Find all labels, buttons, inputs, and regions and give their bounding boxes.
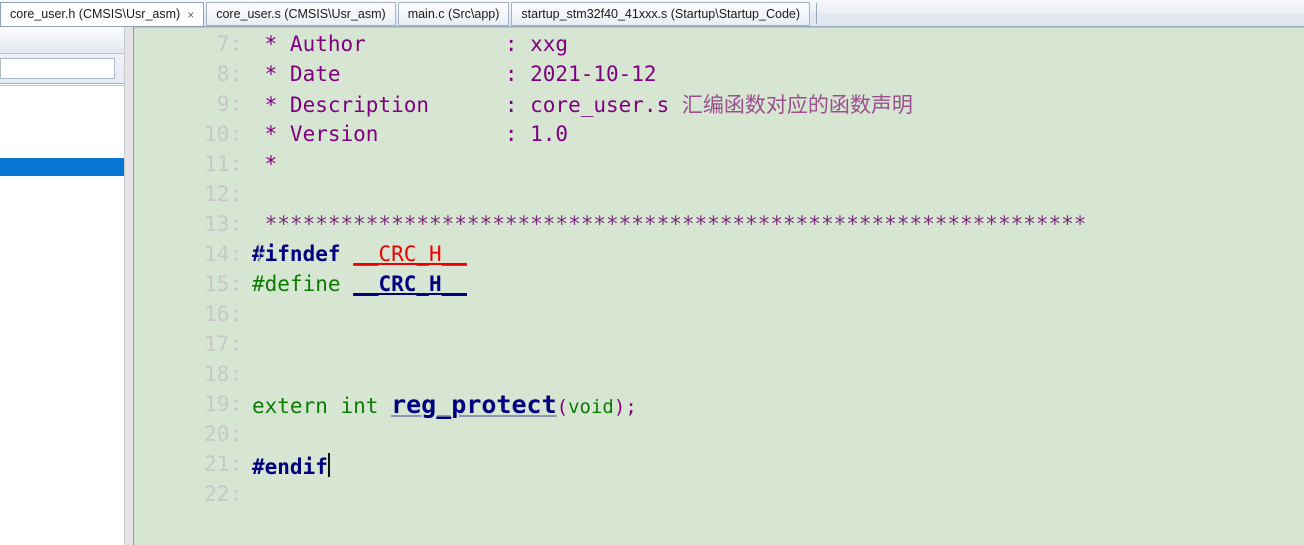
list-item[interactable] — [0, 104, 124, 122]
line-number: 22: — [204, 482, 242, 506]
line-number: 8: — [216, 62, 242, 86]
code-token: ****************************************… — [252, 212, 1087, 236]
editor-tab-label: core_user.s (CMSIS\Usr_asm) — [216, 6, 386, 21]
line-number: 9: — [216, 92, 242, 116]
code-line: 9: * Description : core_user.s 汇编函数对应的函数… — [134, 89, 1304, 119]
code-text: * — [252, 152, 278, 176]
line-number: 17: — [204, 332, 242, 356]
code-line: 19: extern int reg_protect(void); — [134, 389, 1304, 419]
code-line: 8: * Date : 2021-10-12 — [134, 59, 1304, 89]
editor-tab-label: startup_stm32f40_41xxx.s (Startup\Startu… — [521, 6, 801, 21]
code-line: 20: — [134, 419, 1304, 449]
code-lines: 7: * Author : xxg 8: * Date : 2021-10-12 9… — [134, 29, 1304, 509]
code-fold-marker[interactable]: ├ — [254, 244, 264, 264]
code-token: * — [252, 152, 278, 176]
line-number: 14: — [204, 242, 242, 266]
left-panel-search-area — [0, 54, 124, 84]
panel-splitter[interactable] — [124, 27, 134, 545]
code-token: * Author : xxg — [252, 32, 569, 56]
left-panel-toolbar — [0, 27, 124, 54]
editor-tab-label: main.c (Src\app) — [407, 6, 500, 21]
line-number: 10: — [204, 122, 242, 146]
code-token: __CRC_H__ — [353, 272, 467, 296]
code-line: 22: — [134, 479, 1304, 509]
code-token: #ifndef — [252, 242, 341, 266]
line-number: 11: — [204, 152, 242, 176]
list-item[interactable] — [0, 86, 124, 104]
code-token: 汇编函数对应的函数声明 — [681, 93, 913, 117]
code-text: * Author : xxg — [252, 32, 568, 56]
line-number: 15: — [204, 272, 242, 296]
list-item[interactable] — [0, 194, 124, 212]
line-number: 21: — [204, 452, 242, 476]
tab-bar-separator — [816, 3, 817, 24]
code-line: 16: — [134, 299, 1304, 329]
text-cursor — [327, 452, 330, 477]
code-line: 10: * Version : 1.0 — [134, 119, 1304, 149]
list-item[interactable] — [0, 122, 124, 140]
close-icon[interactable]: × — [187, 9, 194, 21]
ide-window: core_user.h (CMSIS\Usr_asm) × core_user.s … — [0, 0, 1304, 545]
code-line: 11: * — [134, 149, 1304, 179]
list-item[interactable] — [0, 176, 124, 194]
code-text: * Description : core_user.s 汇编函数对应的函数声明 — [252, 89, 913, 119]
code-token: * Version : 1.0 — [252, 122, 569, 146]
code-token: #endif — [252, 454, 328, 479]
code-token: ); — [613, 395, 637, 418]
line-number: 16: — [204, 302, 242, 326]
editor-tab[interactable]: startup_stm32f40_41xxx.s (Startup\Startu… — [511, 2, 811, 26]
editor-tab[interactable]: main.c (Src\app) — [397, 2, 510, 26]
editor-tab[interactable]: core_user.h (CMSIS\Usr_asm) × — [0, 2, 205, 27]
code-token: * Description : core_user.s — [252, 93, 682, 117]
list-item[interactable] — [0, 140, 124, 158]
code-token: #define — [252, 272, 341, 296]
code-editor[interactable]: 7: * Author : xxg 8: * Date : 2021-10-12 9… — [134, 27, 1304, 545]
code-line: 13: ************************************… — [134, 209, 1304, 239]
code-text: #endif — [252, 450, 330, 479]
code-line: 15: #define __CRC_H__ — [134, 269, 1304, 299]
left-side-panel — [0, 27, 124, 545]
search-input[interactable] — [0, 58, 115, 79]
code-line: 7: * Author : xxg — [134, 29, 1304, 59]
editor-tab-bar: core_user.h (CMSIS\Usr_asm) × core_user.s … — [0, 0, 1304, 27]
code-token: * Date : 2021-10-12 — [252, 62, 657, 86]
code-token: reg_protect — [391, 389, 557, 419]
editor-tab-label: core_user.h (CMSIS\Usr_asm) — [10, 7, 181, 22]
line-number: 7: — [216, 32, 242, 56]
code-token: ( — [556, 395, 569, 418]
editor-tab[interactable]: core_user.s (CMSIS\Usr_asm) — [206, 2, 396, 26]
code-text: ****************************************… — [252, 212, 1087, 236]
code-token: __CRC_H__ — [353, 242, 467, 266]
code-line: 14: #ifndef __CRC_H__ ├ — [134, 239, 1304, 269]
line-number: 20: — [204, 422, 242, 446]
code-text: * Date : 2021-10-12 — [252, 62, 657, 86]
line-number: 12: — [204, 182, 242, 206]
line-number: 13: — [204, 212, 242, 236]
code-text: #define __CRC_H__ — [252, 272, 467, 296]
tab-list: core_user.h (CMSIS\Usr_asm) × core_user.s … — [0, 0, 811, 27]
left-panel-list — [0, 85, 124, 545]
code-text: * Version : 1.0 — [252, 122, 568, 146]
code-line: 17: — [134, 329, 1304, 359]
line-number: 18: — [204, 362, 242, 386]
code-line: 12: — [134, 179, 1304, 209]
code-line: 21: #endif — [134, 449, 1304, 479]
code-token: extern int — [252, 393, 392, 418]
line-number: 19: — [204, 392, 242, 416]
code-text: #ifndef __CRC_H__ — [252, 242, 467, 266]
code-line: 18: — [134, 359, 1304, 389]
code-text: extern int reg_protect(void); — [252, 390, 637, 419]
code-token: void — [568, 395, 614, 418]
list-item-selected[interactable] — [0, 158, 124, 176]
